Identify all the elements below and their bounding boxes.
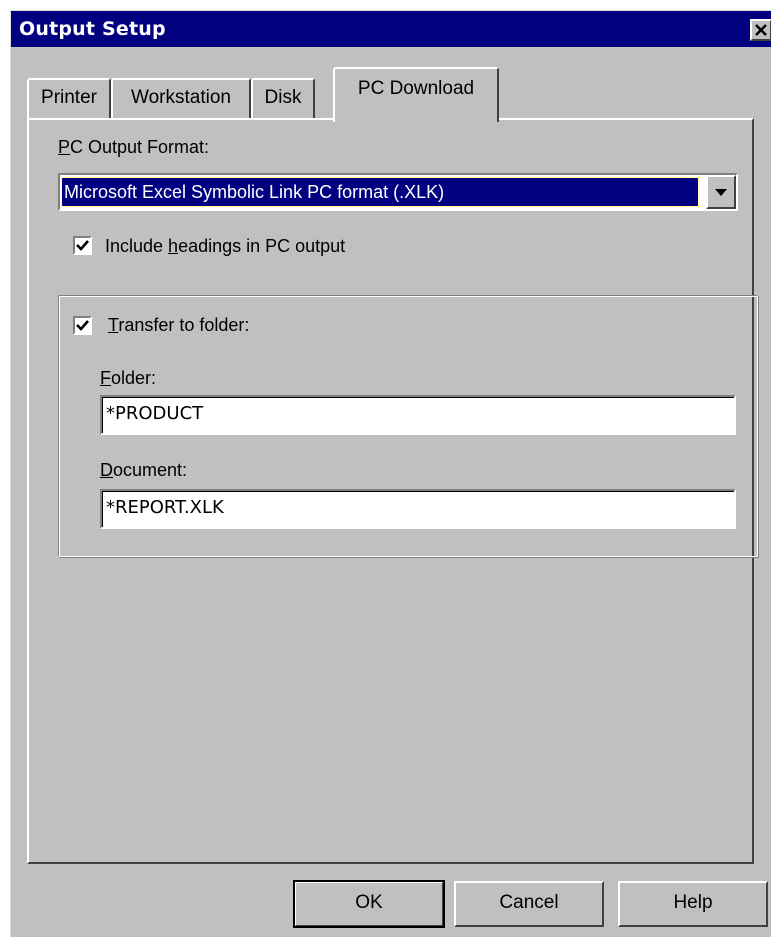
transfer-accel: T — [108, 315, 119, 335]
transfer-text: ransfer to folder: — [118, 315, 250, 335]
pc-output-format-select[interactable]: Microsoft Excel Symbolic Link PC format … — [58, 173, 738, 211]
title-bar: Output Setup — [11, 11, 771, 47]
tab-pc-download[interactable]: PC Download — [333, 67, 499, 122]
folder-text: older: — [111, 368, 157, 388]
folder-accel: F — [100, 368, 111, 388]
document-input[interactable]: *REPORT.XLK — [100, 489, 736, 529]
output-setup-dialog: Output Setup Printer Workstation Disk PC… — [10, 10, 771, 937]
tab-disk-label: Disk — [264, 87, 302, 108]
document-text: ocument: — [113, 460, 188, 480]
document-accel: D — [100, 460, 113, 480]
include-headings-label: Include headings in PC output — [105, 236, 345, 257]
checkmark-icon — [76, 320, 89, 331]
pc-output-format-value: Microsoft Excel Symbolic Link PC format … — [61, 177, 699, 207]
tab-printer[interactable]: Printer — [27, 78, 111, 120]
tab-workstation[interactable]: Workstation — [111, 78, 251, 120]
tab-printer-label: Printer — [41, 87, 97, 108]
pc-output-format-label: PC Output Format: — [58, 137, 209, 158]
transfer-to-folder-checkbox[interactable] — [73, 316, 92, 335]
tab-pc-download-label: PC Download — [357, 78, 475, 99]
checkmark-icon — [76, 240, 89, 251]
ok-button[interactable]: OK — [293, 880, 445, 928]
pc-output-format-accel: P — [58, 137, 71, 157]
close-icon — [755, 24, 767, 36]
pc-output-format-text: C Output Format: — [70, 137, 210, 157]
dropdown-button[interactable] — [706, 175, 736, 209]
transfer-to-folder-label: Transfer to folder: — [108, 315, 249, 336]
tab-disk[interactable]: Disk — [251, 78, 315, 120]
dialog-title: Output Setup — [19, 18, 166, 40]
include-headings-accel: h — [168, 236, 179, 256]
chevron-down-icon — [715, 189, 727, 196]
help-button[interactable]: Help — [618, 881, 768, 927]
folder-label: Folder: — [100, 368, 156, 389]
include-headings-checkbox[interactable] — [73, 236, 92, 255]
folder-input[interactable]: *PRODUCT — [100, 395, 736, 435]
tab-workstation-label: Workstation — [131, 87, 231, 108]
document-label: Document: — [100, 460, 187, 481]
close-button[interactable] — [750, 19, 771, 41]
include-headings-text-post: eadings in PC output — [178, 236, 346, 256]
cancel-button[interactable]: Cancel — [454, 881, 604, 927]
include-headings-text-pre: Include — [105, 236, 169, 256]
